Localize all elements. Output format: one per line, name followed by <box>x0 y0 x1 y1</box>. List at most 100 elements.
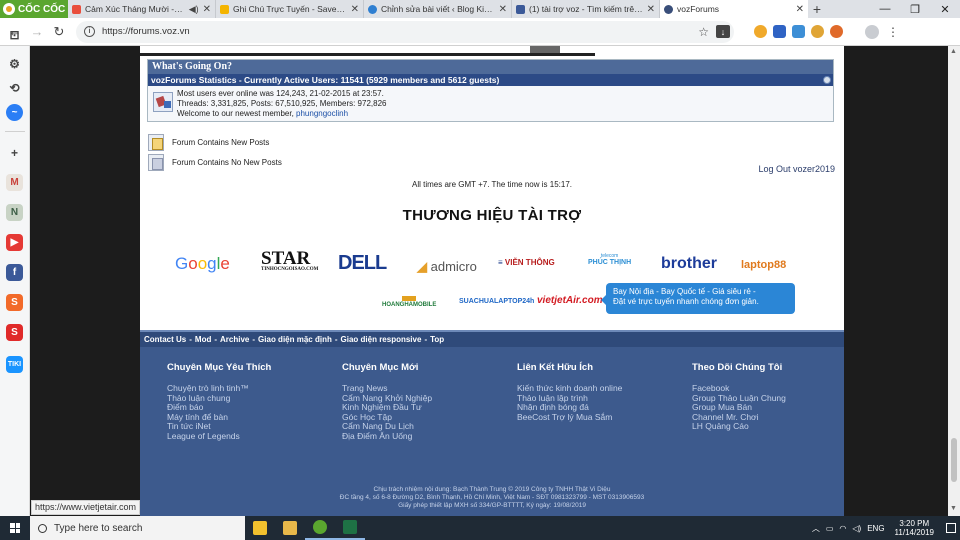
sponsor-vienthong-logo[interactable]: ≡ VIỄN THÔNG <box>498 258 555 267</box>
folder-icon <box>283 521 297 535</box>
browser-tab[interactable]: Ghi Chú Trực Tuyến - Save Notes ✕ <box>216 0 364 18</box>
coccoc-logo-icon <box>3 3 15 15</box>
taskbar-app-sticky-notes[interactable] <box>245 516 275 540</box>
sticky-notes-icon <box>253 521 267 535</box>
speaker-icon[interactable]: ◀) <box>189 4 199 15</box>
browser-tab[interactable]: Chỉnh sửa bài viết ‹ Blog Kinh Do ✕ <box>364 0 512 18</box>
collapse-icon[interactable] <box>823 76 831 84</box>
sponsor-star-logo[interactable]: STAR TINHOCNGOISAO.COM <box>261 248 318 272</box>
sponsor-dell-logo[interactable]: DELL <box>338 252 387 275</box>
reload-icon[interactable]: ↻ <box>48 21 70 43</box>
history-icon[interactable]: ⟲ <box>6 79 23 96</box>
tab-title: Cảm Xúc Tháng Mười - Trong <box>85 4 185 14</box>
scroll-up-icon[interactable]: ▲ <box>950 48 957 55</box>
page-scrollbar[interactable]: ▲ ▼ <box>948 46 960 516</box>
window-controls: — ❐ ✕ <box>870 0 960 18</box>
footer-link[interactable]: League of Legends <box>167 431 337 442</box>
minimize-icon[interactable]: — <box>870 0 900 18</box>
extension-sun-icon[interactable] <box>754 25 767 38</box>
banner-bottom-edge <box>140 46 595 56</box>
close-tab-icon[interactable]: ✕ <box>203 4 211 15</box>
extension-orange-icon[interactable] <box>830 25 843 38</box>
tray-chevron-icon[interactable]: ︿ <box>812 523 820 534</box>
youtube-icon[interactable]: ▶ <box>6 234 23 251</box>
language-indicator[interactable]: ENG <box>867 524 884 533</box>
sponsor-vietjet-logo[interactable]: vietjetAir.com <box>537 295 603 306</box>
close-tab-icon[interactable]: ✕ <box>647 4 655 15</box>
gmail-icon[interactable]: M <box>6 174 23 191</box>
footer-link[interactable]: Địa Điểm Ăn Uống <box>342 431 512 442</box>
tab-title: (1) tài trợ voz - Tìm kiếm trên Face <box>529 4 643 14</box>
taskbar-app-file-explorer[interactable] <box>275 516 305 540</box>
taskbar-clock[interactable]: 3:20 PM 11/14/2019 <box>895 519 934 537</box>
tooltip-line-1: Bay Nội địa - Bay Quốc tế - Giá siêu rẻ … <box>613 287 756 296</box>
extension-cookie-icon[interactable] <box>811 25 824 38</box>
add-icon[interactable]: + <box>6 144 23 161</box>
tiki-icon[interactable]: TIKI <box>6 356 23 373</box>
wifi-icon[interactable]: ◠ <box>839 524 846 533</box>
bookmark-star-icon[interactable]: ☆ <box>698 25 709 39</box>
forward-icon[interactable]: → <box>26 21 48 43</box>
browser-tab-active[interactable]: vozForums ✕ <box>660 0 808 18</box>
close-tab-icon[interactable]: ✕ <box>499 4 507 15</box>
footer-link-mod[interactable]: Mod <box>195 335 211 344</box>
close-tab-icon[interactable]: ✕ <box>796 4 804 15</box>
extension-translate-icon[interactable] <box>792 25 805 38</box>
browser-tab[interactable]: Cảm Xúc Tháng Mười - Trong ◀) ✕ <box>68 0 216 18</box>
footer-link-top[interactable]: Top <box>430 335 444 344</box>
extension-user-icon[interactable] <box>773 25 786 38</box>
newest-member-prefix: Welcome to our newest member, <box>177 109 297 118</box>
maximize-icon[interactable]: ❐ <box>900 0 930 18</box>
tab-title: vozForums <box>677 4 720 14</box>
stats-most-users: Most users ever online was 124,243, 21-0… <box>177 89 384 98</box>
newest-member-link[interactable]: phungngoclinh <box>296 109 348 118</box>
taskbar-search[interactable]: Type here to search <box>30 516 245 540</box>
taskbar-app-coccoc[interactable] <box>305 516 335 540</box>
sponsor-admicro-logo[interactable]: ◢ admicro <box>417 259 477 275</box>
footer-link-archive[interactable]: Archive <box>220 335 249 344</box>
footer-link[interactable]: LH Quảng Cáo <box>692 422 862 432</box>
profile-avatar[interactable] <box>865 24 879 39</box>
browser-menu-icon[interactable]: ⋮ <box>887 25 899 39</box>
sponsor-brother-logo[interactable]: brother <box>661 255 717 273</box>
tooltip-line-2: Đặt vé trực tuyến nhanh chóng đơn giản. <box>613 297 759 306</box>
lazada-icon[interactable]: S <box>6 324 23 341</box>
notion-icon[interactable]: N <box>6 204 23 221</box>
site-info-icon[interactable]: i <box>84 26 95 37</box>
footer-link-contact[interactable]: Contact Us <box>144 335 186 344</box>
scroll-down-icon[interactable]: ▼ <box>950 505 957 512</box>
sponsor-laptop88-logo[interactable]: laptop88 <box>741 259 786 271</box>
download-icon[interactable]: ↓ <box>716 25 730 38</box>
address-bar[interactable]: i https://forums.voz.vn ☆ ↓ <box>76 20 734 43</box>
close-tab-icon[interactable]: ✕ <box>351 4 359 15</box>
footer-link-responsive-theme[interactable]: Giao diện responsive <box>341 335 422 344</box>
sponsor-google-logo[interactable]: Google <box>175 254 230 274</box>
footer-column-useful-links: Liên Kết Hữu Ích Kiến thức kinh doanh on… <box>517 362 687 422</box>
messenger-icon[interactable]: ~ <box>6 104 23 121</box>
settings-icon[interactable]: ⚙ <box>6 55 23 72</box>
logout-link[interactable]: Log Out vozer2019 <box>758 164 835 174</box>
close-window-icon[interactable]: ✕ <box>930 0 960 18</box>
taskbar-app-excel[interactable] <box>335 516 365 540</box>
sponsor-suachualaptop-logo[interactable]: SUACHUALAPTOP24h <box>459 298 534 305</box>
legend-new-posts-label: Forum Contains New Posts <box>172 138 270 147</box>
browser-tab[interactable]: (1) tài trợ voz - Tìm kiếm trên Face ✕ <box>512 0 660 18</box>
sponsor-hoangha-logo[interactable]: HOANGHAMOBILE <box>382 296 436 308</box>
url-text[interactable]: https://forums.voz.vn <box>102 26 691 37</box>
sponsor-phucthinh-logo[interactable]: telecom PHÚC THỊNH <box>588 253 631 266</box>
notifications-icon[interactable] <box>946 523 956 533</box>
clock-time: 3:20 PM <box>899 519 930 528</box>
new-tab-button[interactable]: + <box>808 0 826 18</box>
footer-link[interactable]: BeeCost Trợ lý Mua Sắm <box>517 412 687 423</box>
browser-brand[interactable]: CỐC CỐC <box>0 0 68 18</box>
battery-icon[interactable]: ▭ <box>826 524 834 533</box>
admicro-logo-text: admicro <box>430 259 477 274</box>
footer-link-default-theme[interactable]: Giao diện mặc định <box>258 335 332 344</box>
facebook-icon[interactable]: f <box>6 264 23 281</box>
volume-icon[interactable]: ◁) <box>852 524 861 533</box>
browser-sidebar: ⊡ ⚙ ⟲ ~ + M N ▶ f S S TIKI <box>0 28 30 516</box>
sidebar-toggle-icon[interactable]: ⊡ <box>6 26 23 43</box>
start-button[interactable] <box>0 516 30 540</box>
scrollbar-thumb[interactable] <box>951 438 957 482</box>
shopee-icon[interactable]: S <box>6 294 23 311</box>
